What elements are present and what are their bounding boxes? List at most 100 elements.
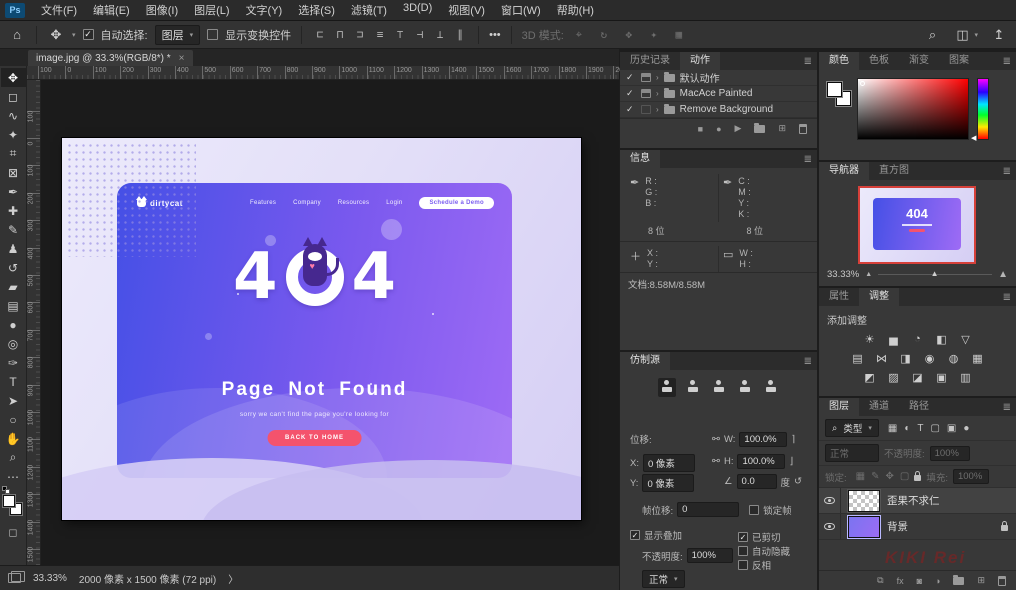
expand-caret-icon[interactable]: › bbox=[656, 105, 659, 114]
overlay-blend-dropdown[interactable]: 正常 ▾ bbox=[642, 570, 685, 588]
tool-shape-tool[interactable]: ○ bbox=[1, 410, 26, 429]
bit-depth-left[interactable]: 8 位 bbox=[620, 222, 719, 241]
panel-menu-icon[interactable]: ≣ bbox=[1003, 292, 1011, 303]
flip-vertical-icon[interactable]: ⚯ bbox=[712, 456, 720, 467]
panel-menu-icon[interactable]: ≣ bbox=[804, 56, 812, 67]
align-right-icon[interactable]: ⊐ bbox=[352, 28, 368, 41]
panel-color-swatches[interactable] bbox=[827, 82, 857, 112]
action-row-1[interactable]: ✓›MacAce Painted bbox=[620, 86, 817, 102]
tool-marquee-tool[interactable]: ◻ bbox=[1, 87, 26, 106]
filter-smart-object-icon[interactable]: ▣ bbox=[947, 423, 956, 434]
menu-item-1[interactable]: 编辑(E) bbox=[85, 2, 138, 18]
align-top-icon[interactable]: ⊤ bbox=[392, 28, 408, 41]
new-action-icon[interactable]: ⊞ bbox=[778, 123, 786, 134]
panel-menu-icon[interactable]: ≣ bbox=[804, 154, 812, 165]
auto-select-dropdown[interactable]: 图层 ▾ bbox=[155, 25, 201, 45]
filter-type-icon[interactable]: T bbox=[917, 423, 923, 434]
layer-row-1[interactable]: 背景 bbox=[819, 514, 1016, 540]
layers-tab-2[interactable]: 路径 bbox=[899, 398, 939, 416]
bit-depth-right[interactable]: 8 位 bbox=[719, 222, 818, 241]
action-check-icon[interactable]: ✓ bbox=[626, 104, 636, 115]
workspace-icon[interactable]: ◫ bbox=[953, 27, 971, 43]
tool-blur-tool[interactable]: ● bbox=[1, 315, 26, 334]
levels-icon[interactable]: ▅ bbox=[886, 332, 901, 346]
link-wh-icon[interactable]: ⌋ bbox=[789, 456, 793, 467]
clone-source-slot-2[interactable] bbox=[684, 378, 702, 397]
filter-shape-icon[interactable]: ▢ bbox=[930, 423, 939, 434]
chevron-down-icon[interactable]: ▾ bbox=[72, 31, 76, 39]
record-icon[interactable]: ● bbox=[716, 124, 721, 134]
hue-saturation-icon[interactable]: ▤ bbox=[850, 351, 865, 365]
color-balance-icon[interactable]: ⋈ bbox=[874, 351, 889, 365]
color-picker-point[interactable] bbox=[860, 81, 865, 86]
vibrance-icon[interactable]: ▽ bbox=[958, 332, 973, 346]
align-center-h-icon[interactable]: ⊓ bbox=[332, 28, 348, 41]
color-swatches[interactable] bbox=[3, 492, 23, 518]
tool-move-tool[interactable]: ✥ bbox=[1, 68, 26, 87]
canvas-viewport[interactable]: dirtycat FeaturesCompanyResourcesLoginSc… bbox=[41, 80, 619, 565]
clone-source-slot-1[interactable] bbox=[658, 378, 676, 397]
share-icon[interactable]: ↥ bbox=[990, 27, 1008, 43]
status-chevron-icon[interactable]: 〉 bbox=[228, 571, 238, 586]
foreground-color-swatch[interactable] bbox=[827, 82, 842, 97]
menu-item-5[interactable]: 选择(S) bbox=[290, 2, 343, 18]
status-zoom-level[interactable]: 33.33% bbox=[33, 573, 67, 584]
layer-row-0[interactable]: 歪果不求仁 bbox=[819, 488, 1016, 514]
navigator-tab-0[interactable]: 导航器 bbox=[819, 162, 869, 180]
layer-thumbnail[interactable] bbox=[848, 516, 880, 538]
tool-quick-selection-tool[interactable]: ✦ bbox=[1, 125, 26, 144]
lock-pixels-icon[interactable]: ✎ bbox=[871, 471, 879, 482]
align-bottom-icon[interactable]: ⊥ bbox=[432, 28, 448, 41]
info-tab-0[interactable]: 信息 bbox=[620, 150, 660, 168]
blend-mode-dropdown[interactable]: 正常 bbox=[825, 444, 879, 462]
reset-transform-icon[interactable]: ↺ bbox=[794, 476, 802, 487]
adjustments-tab-0[interactable]: 属性 bbox=[819, 288, 859, 306]
align-middle-icon[interactable]: ⊣ bbox=[412, 28, 428, 41]
navigator-zoom-value[interactable]: 33.33% bbox=[827, 269, 859, 280]
lock-transparent-icon[interactable]: ▦ bbox=[856, 471, 865, 482]
tool-clone-stamp-tool[interactable]: ♟ bbox=[1, 239, 26, 258]
menu-item-10[interactable]: 帮助(H) bbox=[549, 2, 602, 18]
tool-gradient-tool[interactable]: ▤ bbox=[1, 296, 26, 315]
action-row-2[interactable]: ✓›Remove Background bbox=[620, 102, 817, 118]
home-icon[interactable]: ⌂ bbox=[8, 27, 26, 42]
frame-offset-input[interactable]: 0 bbox=[677, 502, 739, 517]
clone-source-slot-3[interactable] bbox=[710, 378, 728, 397]
tool-crop-tool[interactable]: ⌗ bbox=[1, 144, 26, 163]
new-folder-icon[interactable] bbox=[754, 125, 765, 133]
tool-type-tool[interactable]: T bbox=[1, 372, 26, 391]
delete-layer-icon[interactable] bbox=[998, 576, 1006, 586]
zoom-slider-thumb[interactable]: ▲ bbox=[931, 269, 939, 278]
new-group-icon[interactable] bbox=[953, 577, 964, 585]
lock-position-icon[interactable]: ✥ bbox=[885, 471, 893, 482]
expand-caret-icon[interactable]: › bbox=[656, 89, 659, 98]
h-input[interactable]: 100.0% bbox=[737, 454, 785, 469]
invert-checkbox[interactable] bbox=[738, 560, 748, 570]
tool-frame-tool[interactable]: ⊠ bbox=[1, 163, 26, 182]
tool-path-selection-tool[interactable]: ➤ bbox=[1, 391, 26, 410]
layer-effects-icon[interactable]: fx bbox=[897, 576, 904, 586]
x-input[interactable]: 0 像素 bbox=[643, 454, 695, 472]
stop-icon[interactable]: ■ bbox=[698, 124, 703, 134]
menu-item-0[interactable]: 文件(F) bbox=[33, 2, 85, 18]
panel-menu-icon[interactable]: ≣ bbox=[804, 356, 812, 367]
tool-more-tools[interactable]: ⋯ bbox=[1, 467, 26, 486]
action-row-0[interactable]: ✓›默认动作 bbox=[620, 70, 817, 86]
black-white-icon[interactable]: ◨ bbox=[898, 351, 913, 365]
delete-icon[interactable] bbox=[799, 124, 807, 134]
visibility-toggle[interactable] bbox=[819, 488, 841, 513]
screen-mode-icon[interactable]: ◻ bbox=[8, 526, 17, 539]
hue-slider[interactable] bbox=[977, 78, 989, 140]
tool-eraser-tool[interactable]: ▰ bbox=[1, 277, 26, 296]
y-input[interactable]: 0 像素 bbox=[642, 474, 694, 492]
layers-tab-1[interactable]: 通道 bbox=[859, 398, 899, 416]
new-adjustment-icon[interactable]: ◑ bbox=[935, 576, 940, 586]
action-dialog-toggle[interactable] bbox=[641, 89, 651, 98]
actions-tab-0[interactable]: 历史记录 bbox=[620, 52, 680, 70]
layer-thumbnail[interactable] bbox=[848, 490, 880, 512]
menu-item-7[interactable]: 3D(D) bbox=[395, 2, 440, 18]
menu-item-2[interactable]: 图像(I) bbox=[138, 2, 186, 18]
close-icon[interactable]: × bbox=[179, 53, 185, 64]
search-icon[interactable]: ⌕ bbox=[923, 27, 941, 43]
opacity-input[interactable]: 100% bbox=[930, 446, 970, 461]
